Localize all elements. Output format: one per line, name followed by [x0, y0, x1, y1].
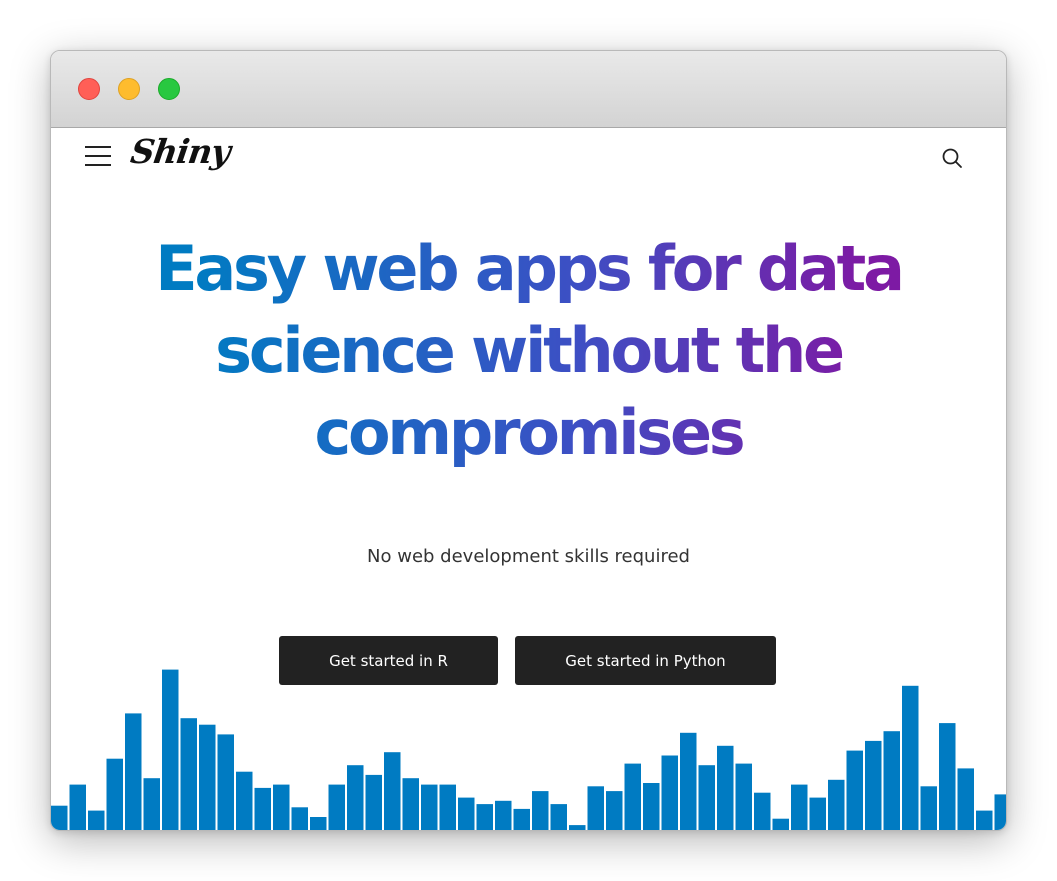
- decorative-bar: [291, 807, 308, 830]
- decorative-bar: [125, 713, 142, 830]
- decorative-bar: [217, 734, 234, 830]
- decorative-bar: [809, 797, 826, 830]
- decorative-bar: [365, 774, 382, 830]
- decorative-bar: [236, 771, 253, 830]
- decorative-bar: [384, 752, 401, 830]
- decorative-bar: [717, 745, 734, 830]
- decorative-bar: [643, 783, 660, 830]
- browser-window: Shiny Easy web apps for data science wit…: [50, 50, 1007, 831]
- decorative-bar: [347, 765, 364, 830]
- decorative-bar: [180, 718, 197, 830]
- decorative-bar: [532, 791, 549, 830]
- decorative-bar: [957, 768, 974, 830]
- decorative-bar: [587, 786, 604, 830]
- decorative-bar: [846, 750, 863, 830]
- decorative-bar: [661, 755, 678, 830]
- maximize-window-button[interactable]: [158, 78, 180, 100]
- decorative-bar: [569, 825, 586, 830]
- decorative-bar: [791, 784, 808, 830]
- decorative-bar-pattern: [51, 669, 1006, 830]
- decorative-bar: [143, 778, 160, 830]
- decorative-bar: [920, 786, 937, 830]
- decorative-bar: [550, 804, 567, 830]
- close-window-button[interactable]: [78, 78, 100, 100]
- decorative-bar: [421, 784, 438, 830]
- decorative-bar: [513, 808, 530, 830]
- decorative-bar: [902, 685, 919, 830]
- decorative-bar: [624, 763, 641, 830]
- decorative-bar: [106, 758, 123, 830]
- decorative-bar: [883, 731, 900, 830]
- decorative-bar: [199, 724, 216, 830]
- decorative-bar: [328, 784, 345, 830]
- decorative-bar: [495, 800, 512, 830]
- decorative-bar: [162, 669, 179, 830]
- decorative-bar: [865, 740, 882, 830]
- decorative-bar: [310, 817, 327, 830]
- decorative-bar: [88, 810, 105, 830]
- minimize-window-button[interactable]: [118, 78, 140, 100]
- decorative-bar: [828, 779, 845, 830]
- decorative-bar: [273, 784, 290, 830]
- decorative-bar: [976, 810, 993, 830]
- page-content: Shiny Easy web apps for data science wit…: [51, 128, 1006, 830]
- decorative-bar: [754, 792, 771, 830]
- decorative-bar: [69, 784, 86, 830]
- decorative-bar: [772, 818, 789, 830]
- window-titlebar: [51, 51, 1006, 128]
- decorative-bar: [51, 805, 68, 830]
- decorative-bar: [735, 763, 752, 830]
- decorative-bar: [476, 804, 493, 830]
- decorative-bar: [939, 723, 956, 830]
- decorative-bar: [402, 778, 419, 830]
- decorative-bar: [458, 797, 475, 830]
- decorative-bar: [606, 791, 623, 830]
- decorative-bar: [680, 732, 697, 830]
- decorative-bar: [439, 784, 456, 830]
- decorative-bar: [994, 794, 1006, 830]
- decorative-bar: [698, 765, 715, 830]
- decorative-bar: [254, 787, 271, 830]
